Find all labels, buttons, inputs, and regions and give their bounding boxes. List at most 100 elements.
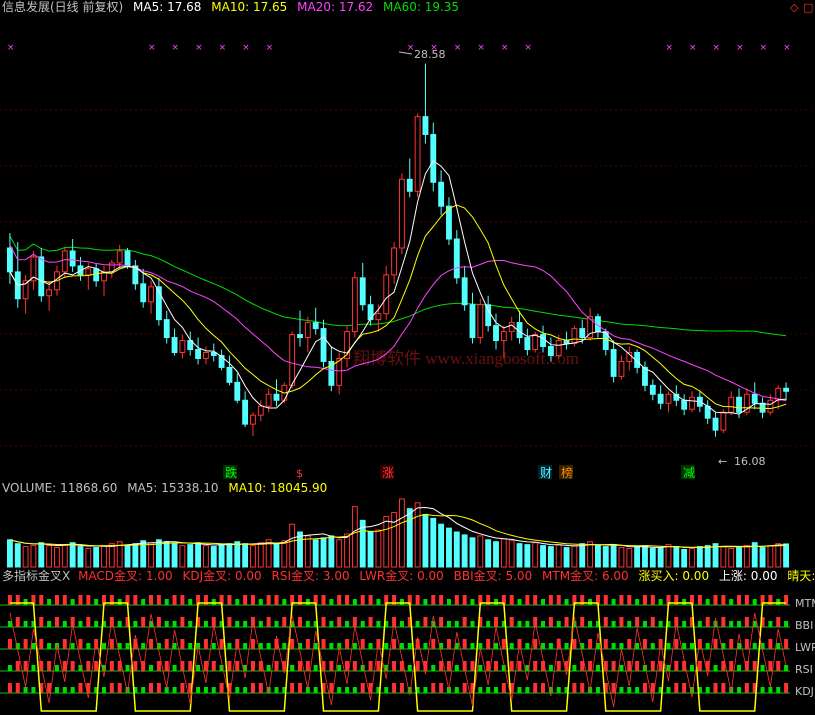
signal-tick xyxy=(376,621,381,627)
volume-bar xyxy=(171,543,178,568)
signal-tick xyxy=(635,643,640,649)
signal-tick xyxy=(548,643,553,649)
candle-down xyxy=(783,387,790,392)
volume-ma5: MA5: 15338.10 xyxy=(127,481,219,495)
signal-tick xyxy=(470,661,475,671)
signal-tick xyxy=(768,661,773,671)
signal-tick xyxy=(141,599,146,605)
volume-bar xyxy=(485,539,492,568)
volume-header: VOLUME: 11868.60 MA5: 15338.10 MA10: 180… xyxy=(2,481,333,495)
signal-tick xyxy=(423,643,428,649)
signal-tick xyxy=(548,617,553,627)
event-marker-cai[interactable]: 财 xyxy=(540,466,552,480)
signal-tick xyxy=(94,661,99,671)
event-marker-zhang[interactable]: 涨 xyxy=(382,465,394,480)
signal-tick xyxy=(274,621,279,627)
indicator-chart[interactable]: MTM BBI LWR RSI KDJ xyxy=(0,583,815,715)
signal-tick xyxy=(219,639,224,649)
event-marker-jian[interactable]: 减 xyxy=(683,466,695,480)
signal-tick xyxy=(23,599,28,605)
volume-bar xyxy=(93,547,100,568)
candle-down xyxy=(312,322,319,330)
signal-mark: × xyxy=(783,43,791,53)
stock-title: 信息发展(日线 前复权) xyxy=(2,0,124,14)
signal-tick xyxy=(345,661,350,671)
watermark: 翔博软件 www.xiangbosoft.com xyxy=(353,349,579,368)
signal-tick xyxy=(305,599,310,605)
signal-tick xyxy=(721,617,726,627)
signal-tick xyxy=(117,599,122,605)
signal-mark: × xyxy=(148,43,156,53)
signal-mark: × xyxy=(454,43,462,53)
signal-tick xyxy=(690,643,694,649)
low-price-label: 16.08 xyxy=(734,455,766,468)
volume-ma10: MA10: 18045.90 xyxy=(228,481,328,495)
signal-tick xyxy=(533,639,538,649)
event-marker-die[interactable]: 跌 xyxy=(225,465,237,480)
volume-bar xyxy=(77,546,84,568)
signal-tick xyxy=(682,683,687,693)
signal-tick xyxy=(62,687,67,693)
signal-tick xyxy=(650,617,655,627)
signal-tick xyxy=(258,683,263,693)
signal-tick xyxy=(321,639,326,649)
price-grid xyxy=(0,109,815,447)
event-marker-dollar[interactable]: $ xyxy=(296,467,303,480)
signal-tick xyxy=(580,683,585,693)
signal-tick xyxy=(274,687,279,693)
volume-bar xyxy=(571,545,578,568)
volume-bar xyxy=(532,542,539,568)
event-markers: 跌 $ 涨 财 榜 减 xyxy=(223,465,695,480)
signal-tick xyxy=(784,683,789,693)
signal-tick xyxy=(7,665,12,671)
signal-tick xyxy=(360,683,365,693)
signal-tick xyxy=(266,643,271,649)
signal-tick xyxy=(156,683,161,693)
ma10-value: MA10: 17.65 xyxy=(211,0,288,14)
volume-bar xyxy=(775,543,782,568)
signal-tick xyxy=(399,683,404,693)
signal-tick xyxy=(392,661,397,671)
signal-tick xyxy=(595,687,600,693)
signal-tick xyxy=(235,687,240,693)
signal-tick xyxy=(697,595,702,605)
signal-tick xyxy=(627,595,632,605)
signal-tick xyxy=(556,621,561,627)
signal-tick xyxy=(642,595,647,605)
candle-up xyxy=(555,340,562,356)
candle-down xyxy=(320,328,327,362)
square-icon[interactable]: □ xyxy=(803,1,813,14)
event-marker-bang[interactable]: 榜 xyxy=(561,465,573,480)
candle-up xyxy=(250,414,256,425)
volume-bar xyxy=(297,531,303,568)
signal-tick xyxy=(282,643,287,649)
signal-tick xyxy=(149,595,154,605)
price-chart[interactable]: 翔博软件 www.xiangbosoft.com × × × × × × × × × × × × × × ×… xyxy=(0,14,815,482)
signal-tick xyxy=(517,599,522,605)
signal-tick xyxy=(54,665,59,671)
volume-bar xyxy=(508,540,515,568)
candle-up xyxy=(336,357,343,386)
candle-down xyxy=(751,393,758,404)
signal-tick xyxy=(368,617,373,627)
signal-mark: × xyxy=(219,43,227,53)
diamond-icon[interactable]: ◇ xyxy=(790,1,798,14)
signal-tick xyxy=(62,639,67,649)
volume-bar xyxy=(461,534,468,568)
signal-tick xyxy=(486,687,491,693)
signal-tick xyxy=(94,621,99,627)
signal-tick xyxy=(533,661,538,671)
candle-down xyxy=(610,349,617,377)
signal-tick xyxy=(156,595,161,605)
volume-bar xyxy=(132,543,139,568)
signal-tick xyxy=(337,617,342,627)
volume-bar xyxy=(328,535,335,568)
volume-chart[interactable] xyxy=(0,495,815,569)
sunny-signal: 晴天: 0.00 xyxy=(787,569,815,583)
volume-bar xyxy=(594,545,601,568)
candle-down xyxy=(759,402,766,413)
signal-tick xyxy=(744,683,749,693)
price-header: 信息发展(日线 前复权) MA5: 17.68 MA10: 17.65 MA20… xyxy=(2,0,465,14)
signal-tick xyxy=(23,621,28,627)
signal-tick xyxy=(697,661,702,671)
